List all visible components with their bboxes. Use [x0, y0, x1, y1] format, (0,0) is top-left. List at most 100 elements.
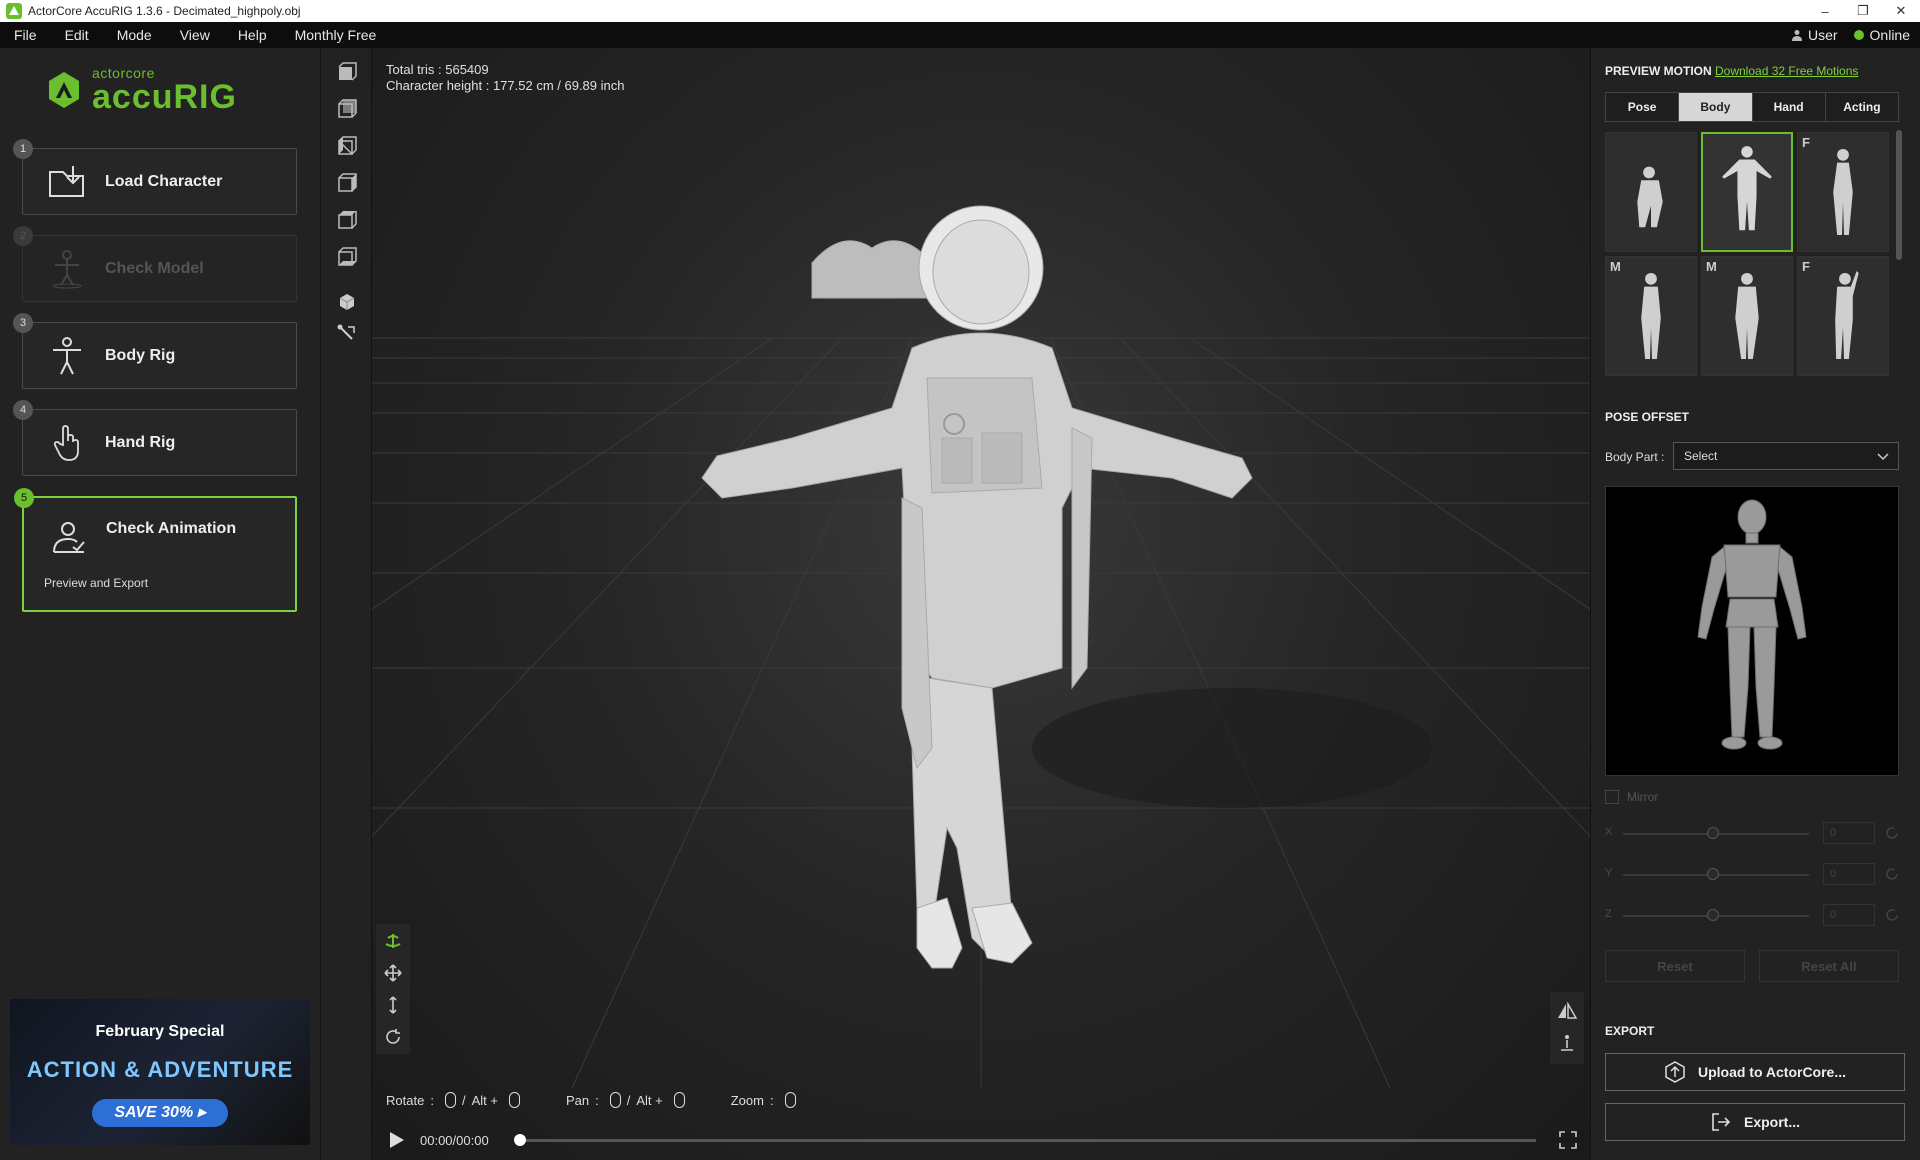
- download-motions-link[interactable]: Download 32 Free Motions: [1715, 64, 1858, 78]
- tab-acting[interactable]: Acting: [1825, 93, 1898, 121]
- menu-file[interactable]: File: [0, 27, 51, 43]
- mouse-icon: [673, 1092, 685, 1108]
- character-height-text: Character height : 177.52 cm / 69.89 inc…: [386, 78, 625, 93]
- timeline-scrubber[interactable]: [514, 1134, 526, 1146]
- actorcore-upload-icon: [1665, 1061, 1685, 1083]
- promo-banner[interactable]: February Special ACTION & ADVENTURE SAVE…: [10, 999, 310, 1145]
- step-hand-rig[interactable]: 4 Hand Rig: [13, 400, 297, 476]
- minimize-button[interactable]: –: [1806, 0, 1844, 22]
- thumbs-scrollbar[interactable]: [1896, 130, 1902, 260]
- mirror-checkbox-box[interactable]: [1605, 790, 1619, 804]
- mirror-view-icon[interactable]: [1556, 1000, 1578, 1022]
- menu-edit[interactable]: Edit: [51, 27, 103, 43]
- step-load-character[interactable]: 1 Load Character: [13, 139, 297, 215]
- reset-z-icon[interactable]: [1885, 908, 1899, 922]
- play-button-icon[interactable]: [386, 1130, 406, 1150]
- step-number: 1: [13, 139, 33, 159]
- accurig-logo: actorcore accuRIG: [46, 66, 237, 114]
- navigation-tools: [376, 924, 410, 1054]
- offset-x-input[interactable]: 0: [1823, 822, 1875, 844]
- motion-tabs: Pose Body Hand Acting: [1605, 92, 1899, 122]
- time-display: 00:00/00:00: [420, 1132, 489, 1148]
- body-rig-icon: [45, 334, 89, 378]
- user-button[interactable]: User: [1791, 27, 1838, 43]
- menu-mode[interactable]: Mode: [103, 27, 166, 43]
- motion-thumb-selected[interactable]: [1701, 132, 1793, 252]
- steps-panel: actorcore accuRIG 1 Load Character 2 Che…: [0, 48, 320, 1160]
- ground-align-icon[interactable]: [1556, 1032, 1578, 1054]
- upload-label: Upload to ActorCore...: [1697, 1064, 1847, 1080]
- reset-all-button[interactable]: Reset All: [1759, 950, 1899, 982]
- alt-label: Alt +: [636, 1092, 663, 1108]
- status-label: Online: [1869, 27, 1910, 43]
- step-body-rig[interactable]: 3 Body Rig: [13, 313, 297, 389]
- step-check-model: 2 Check Model: [13, 226, 297, 302]
- pan-label: Pan: [565, 1092, 590, 1108]
- reset-button[interactable]: Reset: [1605, 950, 1745, 982]
- reset-x-icon[interactable]: [1885, 826, 1899, 840]
- step-label: Body Rig: [105, 346, 176, 364]
- offset-z-input[interactable]: 0: [1823, 904, 1875, 926]
- step-check-animation[interactable]: 5 Check Animation Preview and Export: [14, 488, 297, 612]
- zoom-vertical-icon[interactable]: [382, 994, 404, 1016]
- tab-hand[interactable]: Hand: [1752, 93, 1826, 121]
- step-number: 3: [13, 313, 33, 333]
- bone-display-icon[interactable]: [333, 320, 361, 348]
- view-right-icon[interactable]: [333, 169, 361, 197]
- upload-actorcore-button[interactable]: Upload to ActorCore...: [1605, 1053, 1905, 1091]
- body-part-select[interactable]: Select: [1673, 442, 1899, 470]
- person-check-icon: [46, 516, 90, 560]
- timeline: 00:00/00:00: [372, 1120, 1590, 1160]
- view-front-icon[interactable]: [333, 58, 361, 86]
- fullscreen-icon[interactable]: [1558, 1130, 1578, 1150]
- mouse-icon: [444, 1092, 456, 1108]
- view-bottom-icon[interactable]: [333, 243, 361, 271]
- motion-thumb[interactable]: F: [1797, 132, 1889, 252]
- viewport-right-tools: [1550, 992, 1584, 1064]
- banner-title: February Special: [95, 1023, 225, 1040]
- offset-y-knob[interactable]: [1707, 868, 1719, 880]
- orbit-icon[interactable]: [382, 930, 404, 952]
- step-sublabel: Preview and Export: [44, 576, 149, 590]
- export-title: EXPORT: [1605, 1024, 1655, 1038]
- shading-mode-icon[interactable]: [333, 288, 361, 316]
- step-number: 2: [13, 226, 33, 246]
- mannequin-preview: [1697, 499, 1807, 750]
- offset-z-knob[interactable]: [1707, 909, 1719, 921]
- 3d-viewport[interactable]: Total tris : 565409 Character height : 1…: [372, 48, 1590, 1160]
- reset-view-icon[interactable]: [382, 1026, 404, 1048]
- view-back-icon[interactable]: [333, 95, 361, 123]
- view-left-icon[interactable]: [333, 132, 361, 160]
- window-title: ActorCore AccuRIG 1.3.6 - Decimated_high…: [28, 4, 301, 18]
- mouse-hints: Rotate: / Alt + Pan: / Alt + Zoom:: [386, 1092, 842, 1108]
- tab-body[interactable]: Body: [1679, 93, 1753, 121]
- banner-cta-button[interactable]: SAVE 30% ▸: [92, 1099, 228, 1127]
- export-button[interactable]: Export...: [1605, 1103, 1905, 1141]
- pose-preview[interactable]: [1605, 486, 1899, 776]
- app-icon: [6, 3, 22, 19]
- menu-help[interactable]: Help: [224, 27, 281, 43]
- timeline-track[interactable]: [518, 1139, 1536, 1142]
- character-model: [701, 205, 1253, 969]
- reset-y-icon[interactable]: [1885, 867, 1899, 881]
- motion-thumb[interactable]: M: [1605, 256, 1697, 376]
- menu-view[interactable]: View: [166, 27, 224, 43]
- step-label: Check Model: [105, 259, 204, 277]
- offset-x-knob[interactable]: [1707, 827, 1719, 839]
- restore-button[interactable]: ❐: [1844, 0, 1882, 22]
- offset-y-input[interactable]: 0: [1823, 863, 1875, 885]
- export-label: Export...: [1743, 1114, 1800, 1130]
- motion-thumb[interactable]: [1605, 132, 1697, 252]
- motion-thumb[interactable]: M: [1701, 256, 1793, 376]
- menu-monthly-free[interactable]: Monthly Free: [281, 27, 391, 43]
- motion-thumb[interactable]: F: [1797, 256, 1889, 376]
- floor-grid: [372, 205, 1590, 1089]
- pan-move-icon[interactable]: [382, 962, 404, 984]
- step-label: Check Animation: [106, 520, 237, 537]
- mirror-checkbox[interactable]: Mirror: [1605, 790, 1658, 804]
- close-button[interactable]: ✕: [1882, 0, 1920, 22]
- tab-pose[interactable]: Pose: [1606, 93, 1680, 121]
- offset-z-row: Z 0: [1605, 904, 1899, 928]
- body-part-label: Body Part :: [1605, 450, 1665, 464]
- view-top-icon[interactable]: [333, 206, 361, 234]
